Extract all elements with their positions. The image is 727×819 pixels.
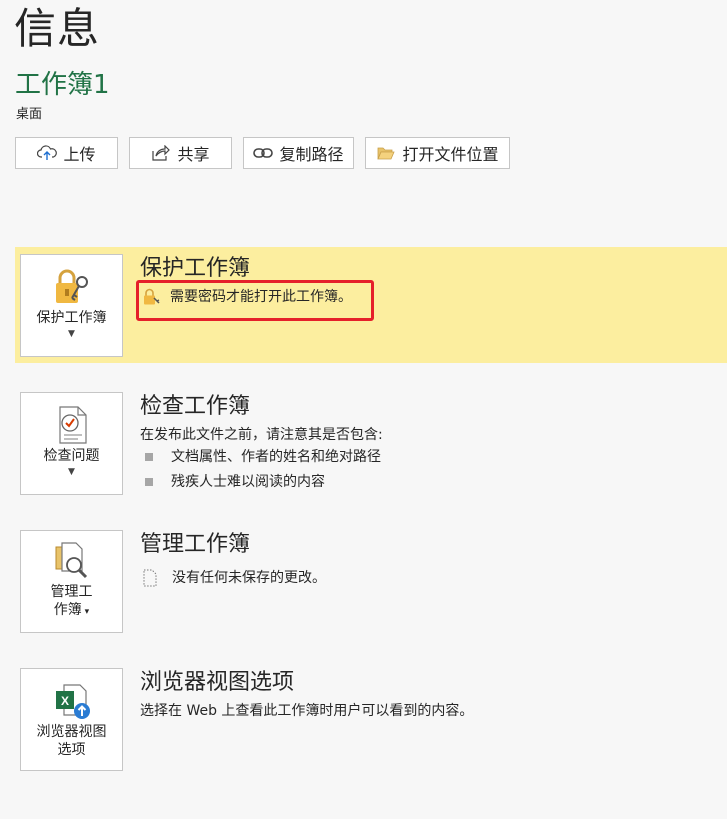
browser-view-options-button-label: 浏览器视图 选项 bbox=[37, 723, 107, 759]
browser-label-line1: 浏览器视图 bbox=[36, 724, 107, 740]
cloud-upload-icon bbox=[37, 144, 58, 162]
chevron-down-icon: ▼ bbox=[68, 467, 75, 477]
copy-path-label: 复制路径 bbox=[279, 145, 344, 164]
inspect-bullet-2: 残疾人士难以阅读的内容 bbox=[171, 474, 325, 490]
manage-versions-icon bbox=[52, 541, 92, 581]
manage-status-text: 没有任何未保存的更改。 bbox=[172, 570, 326, 586]
inspect-desc: 在发布此文件之前，请注意其是否包含: bbox=[140, 427, 383, 443]
protect-title: 保护工作簿 bbox=[140, 256, 251, 281]
copy-path-button[interactable]: 复制路径 bbox=[243, 137, 354, 169]
protect-workbook-button-label: 保护工作簿 bbox=[36, 310, 107, 326]
document-location: 桌面 bbox=[16, 107, 43, 122]
inspect-bullet-1: 文档属性、作者的姓名和绝对路径 bbox=[171, 449, 381, 465]
inspect-title: 检查工作簿 bbox=[140, 394, 251, 419]
document-dotted-icon bbox=[142, 569, 160, 587]
list-item: 文档属性、作者的姓名和绝对路径 bbox=[140, 447, 381, 467]
browser-title: 浏览器视图选项 bbox=[140, 670, 295, 695]
check-issues-button[interactable]: 检查问题 ▼ bbox=[20, 392, 123, 495]
chevron-down-icon: ▾ bbox=[81, 607, 90, 617]
folder-open-icon bbox=[376, 144, 396, 162]
bullet-icon bbox=[145, 478, 153, 486]
upload-button[interactable]: 上传 bbox=[15, 137, 118, 169]
share-icon bbox=[151, 144, 171, 162]
manage-label-line2: 作簿 ▾ bbox=[51, 601, 93, 621]
manage-workbook-button-label: 管理工 作簿 ▾ bbox=[51, 583, 93, 621]
protect-workbook-button[interactable]: 保护工作簿 ▼ bbox=[20, 254, 123, 357]
inspect-document-icon bbox=[52, 405, 92, 445]
browser-label-line2: 选项 bbox=[57, 742, 86, 758]
bullet-icon bbox=[145, 453, 153, 461]
link-icon bbox=[253, 144, 274, 162]
share-button[interactable]: 共享 bbox=[129, 137, 232, 169]
highlight-annotation-box bbox=[136, 280, 374, 321]
manage-label-line1: 管理工 bbox=[50, 584, 93, 600]
excel-web-icon: X bbox=[52, 681, 92, 721]
browser-view-options-button[interactable]: X 浏览器视图 选项 bbox=[20, 668, 123, 771]
lock-key-icon bbox=[52, 267, 92, 307]
svg-text:X: X bbox=[60, 694, 68, 708]
page-title: 信息 bbox=[14, 4, 101, 53]
upload-label: 上传 bbox=[63, 145, 96, 164]
manage-title: 管理工作簿 bbox=[140, 532, 251, 557]
manage-label-line2-text: 作簿 bbox=[53, 602, 82, 618]
share-label: 共享 bbox=[177, 145, 210, 164]
manage-workbook-button[interactable]: 管理工 作簿 ▾ bbox=[20, 530, 123, 633]
document-name: 工作簿1 bbox=[15, 70, 110, 100]
browser-desc: 选择在 Web 上查看此工作簿时用户可以看到的内容。 bbox=[140, 703, 474, 719]
open-location-button[interactable]: 打开文件位置 bbox=[365, 137, 510, 169]
manage-status: 没有任何未保存的更改。 bbox=[142, 568, 326, 588]
list-item: 残疾人士难以阅读的内容 bbox=[140, 472, 325, 492]
check-issues-button-label: 检查问题 bbox=[43, 448, 100, 464]
chevron-down-icon: ▼ bbox=[68, 329, 75, 339]
open-location-label: 打开文件位置 bbox=[402, 145, 499, 164]
